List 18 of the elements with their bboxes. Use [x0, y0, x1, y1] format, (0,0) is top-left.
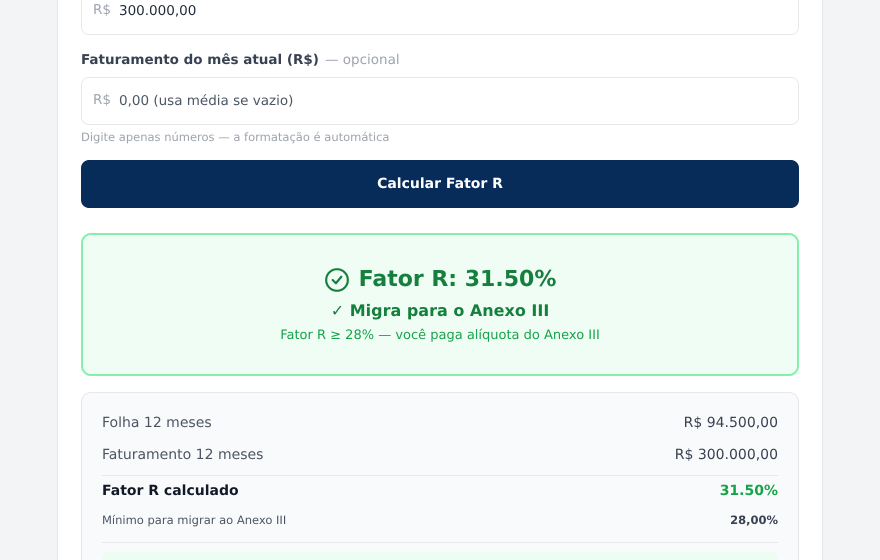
- summary-value: R$ 300.000,00: [674, 447, 778, 463]
- currency-prefix: R$: [93, 2, 111, 18]
- summary-value: 28,00%: [730, 513, 778, 527]
- summary-value: 31.50%: [720, 483, 778, 499]
- field-label: Faturamento do mês atual (R$): [81, 52, 319, 68]
- result-detail: Fator R ≥ 28% — você paga alíquota do Anexo III: [280, 328, 600, 342]
- optional-note: — opcional: [324, 52, 400, 68]
- summary-value: R$ 94.500,00: [684, 415, 778, 431]
- result-verdict: ✓ Migra para o Anexo III: [330, 300, 550, 320]
- calculate-button[interactable]: Calcular Fator R: [81, 160, 799, 208]
- check-circle-icon: [324, 266, 350, 292]
- summary-label: Faturamento 12 meses: [102, 447, 264, 463]
- summary-label: Folha 12 meses: [102, 415, 212, 431]
- field-hint: Digite apenas números — a formatação é automática: [81, 130, 390, 144]
- currency-prefix: R$: [93, 92, 111, 108]
- summary-label: Mínimo para migrar ao Anexo III: [102, 513, 286, 527]
- result-title: Fator R: 31.50%: [358, 267, 556, 292]
- summary-label: Fator R calculado: [102, 483, 239, 499]
